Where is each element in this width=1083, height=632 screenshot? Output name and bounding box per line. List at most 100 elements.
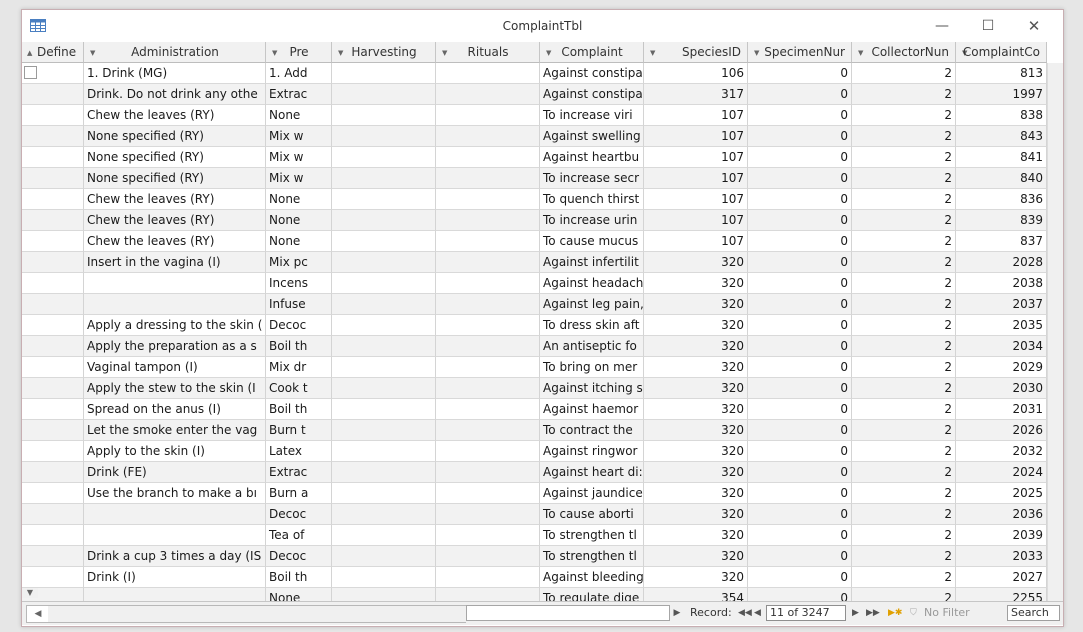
- cell-define[interactable]: [22, 336, 84, 357]
- cell-collector[interactable]: 2: [852, 168, 956, 189]
- current-record-input[interactable]: 11 of 3247: [766, 605, 846, 621]
- cell-code[interactable]: 2029: [956, 357, 1047, 378]
- cell-species[interactable]: 320: [644, 525, 748, 546]
- cell-species[interactable]: 320: [644, 420, 748, 441]
- cell-pre[interactable]: Boil th: [266, 399, 332, 420]
- table-row[interactable]: None specified (RY) Mix w Against swelling…: [22, 126, 1063, 147]
- cell-administration[interactable]: None specified (RY): [84, 126, 266, 147]
- cell-harvesting[interactable]: [332, 357, 436, 378]
- cell-specimen[interactable]: 0: [748, 462, 852, 483]
- cell-complaint[interactable]: Against constipa: [540, 63, 644, 84]
- column-header-collector[interactable]: ▼ CollectorNun: [852, 42, 956, 63]
- previous-record-button[interactable]: ◀: [754, 605, 761, 621]
- cell-species[interactable]: 107: [644, 147, 748, 168]
- cell-harvesting[interactable]: [332, 147, 436, 168]
- cell-rituals[interactable]: [436, 357, 540, 378]
- cell-code[interactable]: 2037: [956, 294, 1047, 315]
- cell-code[interactable]: 2027: [956, 567, 1047, 588]
- cell-collector[interactable]: 2: [852, 105, 956, 126]
- cell-pre[interactable]: None: [266, 231, 332, 252]
- cell-species[interactable]: 320: [644, 399, 748, 420]
- cell-complaint[interactable]: To bring on mer: [540, 357, 644, 378]
- close-button[interactable]: ✕: [1011, 10, 1057, 42]
- cell-collector[interactable]: 2: [852, 336, 956, 357]
- cell-species[interactable]: 320: [644, 294, 748, 315]
- cell-pre[interactable]: None: [266, 105, 332, 126]
- cell-complaint[interactable]: Against ringwor: [540, 441, 644, 462]
- cell-define[interactable]: [22, 147, 84, 168]
- cell-collector[interactable]: 2: [852, 567, 956, 588]
- column-header-administration[interactable]: ▼ Administration: [84, 42, 266, 63]
- cell-pre[interactable]: Extrac: [266, 84, 332, 105]
- cell-species[interactable]: 320: [644, 567, 748, 588]
- table-row[interactable]: Insert in the vagina (I) Mix pc Against in…: [22, 252, 1063, 273]
- cell-harvesting[interactable]: [332, 567, 436, 588]
- cell-harvesting[interactable]: [332, 315, 436, 336]
- column-dropdown-icon[interactable]: ▼: [650, 43, 655, 62]
- cell-code[interactable]: 2032: [956, 441, 1047, 462]
- record-selector-checkbox[interactable]: [24, 66, 37, 79]
- cell-harvesting[interactable]: [332, 378, 436, 399]
- cell-pre[interactable]: Decoc: [266, 504, 332, 525]
- cell-collector[interactable]: 2: [852, 483, 956, 504]
- scroll-down-arrow-icon[interactable]: ▼: [22, 588, 38, 598]
- cell-collector[interactable]: 2: [852, 189, 956, 210]
- cell-harvesting[interactable]: [332, 420, 436, 441]
- column-dropdown-icon[interactable]: ▼: [858, 43, 863, 62]
- cell-define[interactable]: [22, 567, 84, 588]
- cell-specimen[interactable]: 0: [748, 231, 852, 252]
- scroll-right-arrow-icon[interactable]: ▶: [670, 605, 684, 621]
- new-record-icon[interactable]: ▶✱: [888, 605, 902, 621]
- scroll-left-arrow-icon[interactable]: ◀: [26, 605, 50, 623]
- table-row[interactable]: Let the smoke enter the vag Burn t To cont…: [22, 420, 1063, 441]
- cell-complaint[interactable]: Against haemor: [540, 399, 644, 420]
- cell-specimen[interactable]: 0: [748, 546, 852, 567]
- table-row[interactable]: Tea of To strengthen tl 320 0 2 2039: [22, 525, 1063, 546]
- cell-specimen[interactable]: 0: [748, 567, 852, 588]
- cell-rituals[interactable]: [436, 525, 540, 546]
- cell-complaint[interactable]: To quench thirst: [540, 189, 644, 210]
- cell-species[interactable]: 320: [644, 441, 748, 462]
- cell-rituals[interactable]: [436, 399, 540, 420]
- cell-administration[interactable]: [84, 504, 266, 525]
- cell-specimen[interactable]: 0: [748, 378, 852, 399]
- cell-code[interactable]: 2030: [956, 378, 1047, 399]
- last-record-button[interactable]: ▶▶: [866, 605, 880, 621]
- cell-complaint[interactable]: To cause mucus: [540, 231, 644, 252]
- cell-rituals[interactable]: [436, 504, 540, 525]
- column-header-define[interactable]: ▲ Define: [22, 42, 84, 63]
- cell-harvesting[interactable]: [332, 525, 436, 546]
- column-header-species[interactable]: ▼ SpeciesID: [644, 42, 748, 63]
- cell-specimen[interactable]: 0: [748, 210, 852, 231]
- cell-complaint[interactable]: To increase secr: [540, 168, 644, 189]
- sort-ascending-icon[interactable]: ▲: [27, 43, 32, 62]
- cell-species[interactable]: 320: [644, 462, 748, 483]
- cell-complaint[interactable]: To increase urin: [540, 210, 644, 231]
- cell-collector[interactable]: 2: [852, 231, 956, 252]
- cell-specimen[interactable]: 0: [748, 294, 852, 315]
- cell-define[interactable]: [22, 441, 84, 462]
- cell-define[interactable]: [22, 63, 84, 84]
- search-input[interactable]: Search: [1007, 605, 1060, 621]
- column-header-complaint[interactable]: ▼ Complaint: [540, 42, 644, 63]
- cell-define[interactable]: [22, 294, 84, 315]
- cell-administration[interactable]: 1. Drink (MG): [84, 63, 266, 84]
- table-row[interactable]: None specified (RY) Mix w Against heartbu 1…: [22, 147, 1063, 168]
- cell-collector[interactable]: 2: [852, 252, 956, 273]
- cell-species[interactable]: 106: [644, 63, 748, 84]
- cell-specimen[interactable]: 0: [748, 126, 852, 147]
- cell-specimen[interactable]: 0: [748, 525, 852, 546]
- cell-collector[interactable]: 2: [852, 462, 956, 483]
- table-row[interactable]: Chew the leaves (RY) None To cause mucus 10…: [22, 231, 1063, 252]
- cell-code[interactable]: 840: [956, 168, 1047, 189]
- cell-define[interactable]: [22, 462, 84, 483]
- column-header-specimen[interactable]: ▼ SpecimenNur: [748, 42, 852, 63]
- cell-complaint[interactable]: To contract the: [540, 420, 644, 441]
- cell-collector[interactable]: 2: [852, 126, 956, 147]
- cell-species[interactable]: 107: [644, 189, 748, 210]
- cell-specimen[interactable]: 0: [748, 84, 852, 105]
- cell-rituals[interactable]: [436, 210, 540, 231]
- cell-species[interactable]: 320: [644, 504, 748, 525]
- cell-harvesting[interactable]: [332, 189, 436, 210]
- cell-harvesting[interactable]: [332, 168, 436, 189]
